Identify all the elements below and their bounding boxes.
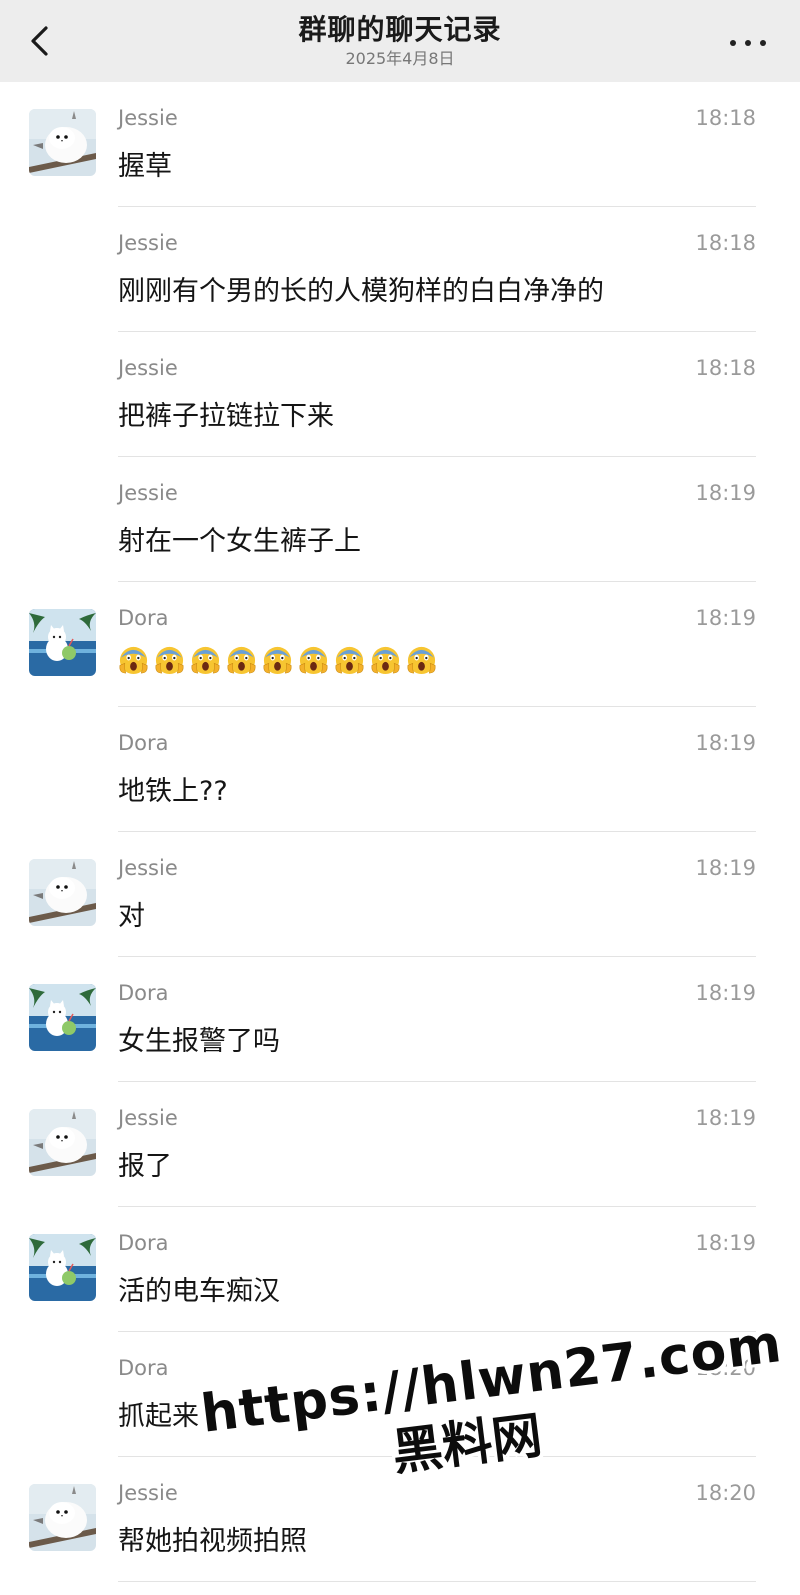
message-row[interactable]: Jessie 18:20 帮她拍视频拍照 — [0, 1457, 800, 1582]
message-text[interactable]: 抓起来 — [118, 1394, 199, 1433]
sender-name: Jessie — [118, 856, 178, 880]
message-text[interactable]: 报了 — [118, 1144, 172, 1183]
message-row[interactable]: Dora 18:20 抓起来 — [0, 1332, 800, 1457]
screaming-face-emoji — [227, 646, 256, 675]
message-text[interactable]: 地铁上?? — [118, 769, 228, 808]
message-time: 18:19 — [695, 856, 756, 880]
message-time: 18:19 — [695, 1106, 756, 1130]
message-row[interactable]: Jessie 18:18 刚刚有个男的长的人模狗样的白白净净的 — [0, 207, 800, 332]
chat-date: 2025年4月8日 — [345, 49, 455, 68]
screaming-face-emoji — [263, 646, 292, 675]
message-row[interactable]: Jessie 18:19 报了 — [0, 1082, 800, 1207]
sender-name: Jessie — [118, 106, 178, 130]
sender-name: Dora — [118, 606, 169, 630]
avatar[interactable] — [29, 109, 96, 176]
message-row[interactable]: Jessie 18:18 把裤子拉链拉下来 — [0, 332, 800, 457]
nav-bar: 群聊的聊天记录 2025年4月8日 — [0, 0, 800, 82]
message-text[interactable]: 射在一个女生裤子上 — [118, 519, 361, 558]
message-time: 18:18 — [695, 231, 756, 255]
title-block: 群聊的聊天记录 2025年4月8日 — [0, 12, 800, 70]
avatar[interactable] — [29, 859, 96, 926]
more-button[interactable] — [724, 22, 772, 62]
message-emoji-row — [118, 644, 442, 684]
message-time: 18:19 — [695, 1231, 756, 1255]
message-time: 18:18 — [695, 106, 756, 130]
message-row[interactable]: Dora 18:19 地铁上?? — [0, 707, 800, 832]
message-time: 18:19 — [695, 606, 756, 630]
screaming-face-emoji — [155, 646, 184, 675]
sender-name: Jessie — [118, 481, 178, 505]
message-text[interactable]: 女生报警了吗 — [118, 1019, 280, 1058]
avatar[interactable] — [29, 1234, 96, 1301]
avatar[interactable] — [29, 1109, 96, 1176]
divider — [118, 1581, 756, 1582]
screaming-face-emoji — [371, 646, 400, 675]
sender-name: Dora — [118, 1356, 169, 1380]
message-time: 18:19 — [695, 481, 756, 505]
message-time: 18:20 — [695, 1356, 756, 1380]
message-text[interactable]: 握草 — [118, 144, 172, 183]
avatar[interactable] — [29, 1484, 96, 1551]
message-time: 18:20 — [695, 1481, 756, 1505]
message-time: 18:19 — [695, 981, 756, 1005]
avatar[interactable] — [29, 609, 96, 676]
message-text[interactable]: 对 — [118, 894, 145, 933]
message-row[interactable]: Dora 18:19 女生报警了吗 — [0, 957, 800, 1082]
message-time: 18:18 — [695, 356, 756, 380]
sender-name: Jessie — [118, 1106, 178, 1130]
screaming-face-emoji — [299, 646, 328, 675]
sender-name: Jessie — [118, 231, 178, 255]
avatar[interactable] — [29, 984, 96, 1051]
message-row[interactable]: Dora 18:19 活的电车痴汉 — [0, 1207, 800, 1332]
sender-name: Dora — [118, 1231, 169, 1255]
page-title: 群聊的聊天记录 — [298, 13, 502, 46]
message-text[interactable]: 把裤子拉链拉下来 — [118, 394, 334, 433]
message-time: 18:19 — [695, 731, 756, 755]
screaming-face-emoji — [407, 646, 436, 675]
message-text[interactable]: 刚刚有个男的长的人模狗样的白白净净的 — [118, 269, 604, 308]
sender-name: Dora — [118, 981, 169, 1005]
message-row[interactable]: Dora 18:19 — [0, 582, 800, 707]
more-dot — [745, 40, 751, 46]
message-row[interactable]: Jessie 18:19 对 — [0, 832, 800, 957]
sender-name: Jessie — [118, 1481, 178, 1505]
sender-name: Jessie — [118, 356, 178, 380]
message-row[interactable]: Jessie 18:18 握草 — [0, 82, 800, 207]
message-text[interactable]: 帮她拍视频拍照 — [118, 1519, 307, 1558]
screaming-face-emoji — [119, 646, 148, 675]
sender-name: Dora — [118, 731, 169, 755]
message-row[interactable]: Jessie 18:19 射在一个女生裤子上 — [0, 457, 800, 582]
message-text[interactable]: 活的电车痴汉 — [118, 1269, 280, 1308]
more-dot — [760, 40, 766, 46]
screaming-face-emoji — [335, 646, 364, 675]
message-list[interactable]: Jessie 18:18 握草 Jessie 18:18 刚刚有个男的长的人模狗样的白白净… — [0, 82, 800, 1582]
more-horizontal-icon — [730, 40, 736, 46]
screaming-face-emoji — [191, 646, 220, 675]
